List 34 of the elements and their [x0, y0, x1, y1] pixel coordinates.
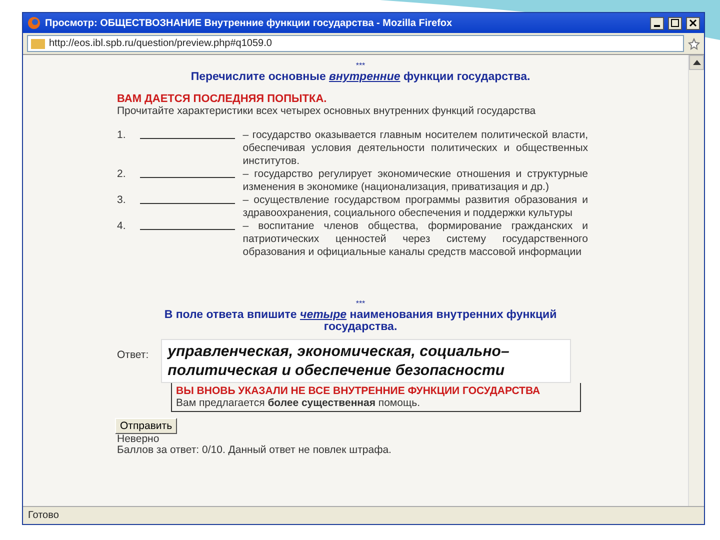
- separator-text: ***: [354, 61, 366, 71]
- close-icon: [689, 19, 697, 27]
- separator-text: ***: [354, 299, 366, 309]
- maximize-icon: [671, 19, 679, 27]
- answer-prompt: В поле ответа впишите четыре наименования внутренних функций государства.: [164, 309, 557, 333]
- item-number: 1.: [117, 129, 126, 142]
- bookmark-star-icon[interactable]: [688, 38, 700, 50]
- browser-icon: [27, 16, 41, 30]
- instructions-text: Прочитайте характеристики всех четырех основных внутренних функций государства: [117, 105, 537, 117]
- item-text: – государство оказывается главным носителем политической власти, обеспечивая условия деятельности политических и общественных институтов.: [242, 129, 588, 168]
- window-title: Просмотр: ОБЩЕСТВОЗНАНИЕ Внутренние функции государства - Mozilla Firefox: [45, 18, 454, 28]
- status-text: Готово: [23, 506, 704, 524]
- item-text: – воспитание членов общества, формирование гражданских и патриотических ценностей через систему государственного образования и официальные каналы средств массовой информации: [242, 220, 588, 259]
- attempt-notice: ВАМ ДАЕТСЯ ПОСЛЕДНЯЯ ПОПЫТКА.: [117, 93, 328, 105]
- address-field[interactable]: http://eos.ibl.spb.ru/question/preview.php#q1059.0: [27, 35, 684, 52]
- feedback-title: ВЫ ВНОВЬ УКАЗАЛИ НЕ ВСЕ ВНУТРЕННИЕ ФУНКЦИИ ГОСУДАРСТВА: [176, 385, 542, 397]
- item-number: 4.: [117, 220, 126, 233]
- item-number: 2.: [117, 168, 126, 181]
- scrollbar[interactable]: [688, 55, 704, 506]
- result-status: Неверно: [117, 434, 160, 445]
- answer-label: Ответ:: [117, 349, 149, 361]
- scroll-up-icon: [692, 60, 700, 65]
- item-number: 3.: [117, 194, 126, 207]
- site-icon: [31, 38, 45, 48]
- maximize-button[interactable]: [668, 16, 682, 30]
- submit-button[interactable]: Отправить: [115, 418, 178, 434]
- item-text: – осуществление государством программы развития образования и здравоохранения, социального обеспечения и поддержки культуры: [242, 194, 588, 220]
- feedback-message: Вам предлагается более существенная помощь.: [176, 397, 420, 409]
- close-button[interactable]: [686, 16, 700, 30]
- result-score: Баллов за ответ: 0/10. Данный ответ не повлек штрафа.: [117, 445, 392, 456]
- answer-box[interactable]: управленческая, экономическая, социально–политическая и обеспечение безопасности: [160, 339, 571, 383]
- item-text: – государство регулирует экономические отношения и структурные изменения в экономике (национализация, приватизация и др.): [242, 168, 588, 194]
- question-prompt: Перечислите основные внутренние функции государства.: [190, 71, 530, 83]
- minimize-button[interactable]: [650, 16, 664, 30]
